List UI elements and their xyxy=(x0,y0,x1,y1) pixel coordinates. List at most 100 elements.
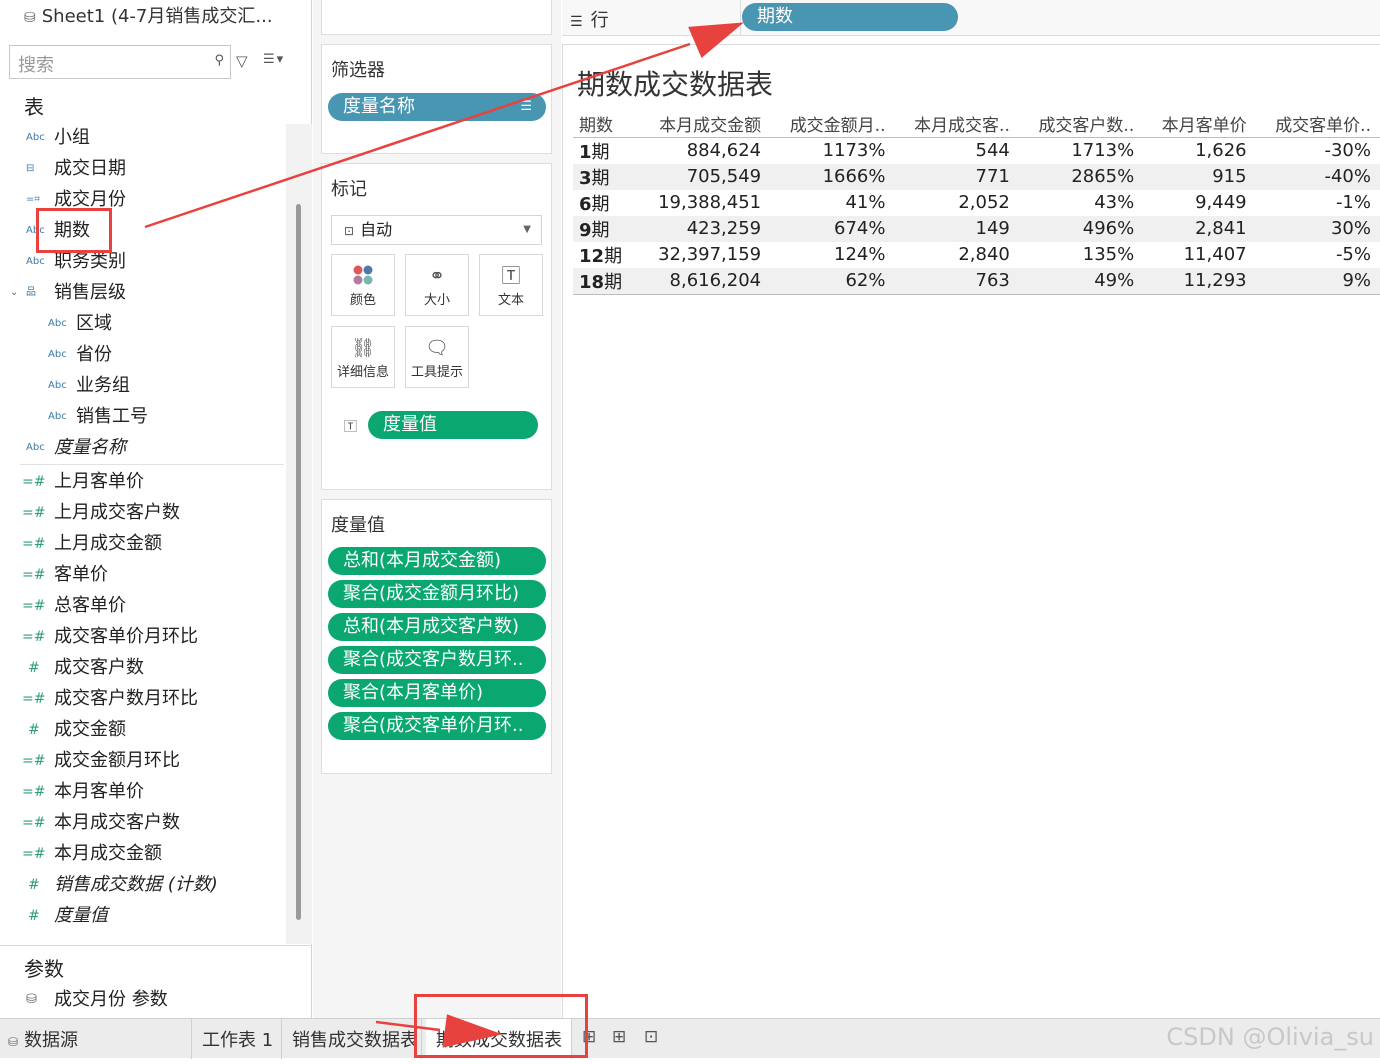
measure-value-pill[interactable]: 聚合(成交客单价月环.. xyxy=(328,712,546,740)
field-item[interactable]: Abc 业务组 xyxy=(0,371,285,401)
measure-values-title: 度量值 xyxy=(331,515,385,536)
table-cell: 43% xyxy=(1094,192,1135,213)
datasource-header[interactable]: ⛁ Sheet1 (4-7月销售成交汇... xyxy=(24,2,273,28)
field-item[interactable]: =# 本月客单价 xyxy=(0,777,285,807)
table-cell: 19,388,451 xyxy=(658,192,762,213)
field-item[interactable]: =# 本月成交客户数 xyxy=(0,808,285,838)
tab-label: 工作表 1 xyxy=(202,1030,274,1051)
sheet-tab-bar: ⛁ 数据源 工作表 1 销售成交数据表 期数成交数据表 ⊞ ⊞ ⊡ CSDN @O… xyxy=(0,1018,1380,1059)
tab-label: 销售成交数据表 xyxy=(292,1030,418,1051)
field-item[interactable]: =# 客单价 xyxy=(0,560,285,590)
row-header-number: 1 xyxy=(579,141,592,163)
tab-sheet-2[interactable]: 销售成交数据表 xyxy=(282,1019,422,1059)
field-item[interactable]: =# 成交客户数月环比 xyxy=(0,684,285,714)
calculated-measure-icon: =# xyxy=(22,567,46,583)
field-item[interactable]: ⌄ 品 销售层级 xyxy=(0,278,285,308)
row-header[interactable]: 6期 xyxy=(573,190,639,216)
field-label: 成交客户数 xyxy=(54,657,144,678)
field-item[interactable]: =# 成交金额月环比 xyxy=(0,746,285,776)
mark-type-dropdown[interactable]: ⊡ 自动 ▼ xyxy=(331,215,542,245)
filter-pill-measure-names[interactable]: 度量名称 ☰ xyxy=(328,93,546,121)
column-header[interactable]: 期数 xyxy=(573,111,639,138)
rows-pill-period[interactable]: 期数 xyxy=(742,3,958,31)
field-item[interactable]: Abc 省份 xyxy=(0,340,285,370)
measure-value-pill[interactable]: 总和(本月成交金额) xyxy=(328,547,546,575)
measure-value-pill[interactable]: 聚合(成交客户数月环.. xyxy=(328,646,546,674)
tooltip-button[interactable]: 🗨 工具提示 xyxy=(405,326,469,388)
table-cell: 32,397,159 xyxy=(658,244,762,265)
search-input[interactable]: 搜索 ⚲ xyxy=(9,45,231,79)
field-item[interactable]: ⊟ 成交日期 xyxy=(0,154,285,184)
table-cell: 2,840 xyxy=(958,244,1010,265)
table-cell: 674% xyxy=(771,215,896,242)
new-dashboard-icon[interactable]: ⊞ xyxy=(612,1027,626,1047)
filter-icon[interactable]: ▽ xyxy=(236,52,248,70)
measure-value-pill[interactable]: 聚合(本月客单价) xyxy=(328,679,546,707)
tab-sheet-1[interactable]: 工作表 1 xyxy=(192,1019,282,1059)
tab-datasource[interactable]: ⛁ 数据源 xyxy=(0,1019,192,1059)
table-cell: 149 xyxy=(895,215,1020,242)
row-header-suffix: 期 xyxy=(591,141,610,163)
measure-value-pill[interactable]: 总和(本月成交客户数) xyxy=(328,613,546,641)
shelves-pane: 筛选器 度量名称 ☰ 标记 ⊡ 自动 ▼ 颜色 ⚭ 大小 🅃 文本 ⛓ 详细信息… xyxy=(313,0,561,1018)
scrollbar-thumb[interactable] xyxy=(296,204,301,920)
field-label: 度量值 xyxy=(54,905,108,926)
hierarchy-icon: 品 xyxy=(26,287,36,298)
filters-card: 筛选器 度量名称 ☰ xyxy=(321,44,552,154)
worksheet-view: 期数成交数据表 期数 本月成交金额 成交金额月.. 本月成交客.. 成交客户数.. 本月客… xyxy=(562,44,1380,1018)
row-header[interactable]: 3期 xyxy=(573,163,639,190)
pages-card xyxy=(321,0,552,35)
row-header-number: 9 xyxy=(579,219,592,241)
row-header[interactable]: 1期 xyxy=(573,137,639,164)
string-type-icon: Abc xyxy=(26,132,45,143)
chevron-down-icon[interactable]: ⌄ xyxy=(10,278,18,308)
field-item[interactable]: =# 本月成交金额 xyxy=(0,839,285,869)
marks-card: 标记 ⊡自动 ▼ 颜色 ⚭ 大小 🅃 文本 ⛓ 详细信息 � xyxy=(321,163,552,490)
table-row: 18期 8,616,204 62% 763 49% 11,293 9% xyxy=(573,267,1380,295)
parameter-icon: ⛁ xyxy=(26,992,37,1007)
row-header[interactable]: 18期 xyxy=(573,267,639,295)
row-header-suffix: 期 xyxy=(591,193,610,215)
field-item[interactable]: Abc 区域 xyxy=(0,309,285,339)
data-pane: ⛁ Sheet1 (4-7月销售成交汇... 搜索 ⚲ ▽ ☰▾ 表 Abc 小组 ⊟… xyxy=(0,0,312,1018)
column-header[interactable]: 本月客单价 xyxy=(1144,111,1257,138)
new-story-icon[interactable]: ⊡ xyxy=(644,1027,658,1047)
field-item[interactable]: # 成交客户数 xyxy=(0,653,285,683)
field-label: 成交金额月环比 xyxy=(54,750,180,771)
field-item[interactable]: =# 总客单价 xyxy=(0,591,285,621)
text-button[interactable]: 🅃 文本 xyxy=(479,254,543,316)
table-cell: 915 xyxy=(1144,163,1257,190)
table-cell: 2865% xyxy=(1019,163,1145,190)
field-item[interactable]: =# 上月成交金额 xyxy=(0,529,285,559)
field-item[interactable]: # 成交金额 xyxy=(0,715,285,745)
measure-value-pill[interactable]: 聚合(成交金额月环比) xyxy=(328,580,546,608)
table-cell: 763 xyxy=(895,267,1020,295)
column-header[interactable]: 成交金额月.. xyxy=(771,111,896,138)
field-item[interactable]: =# 上月客单价 xyxy=(0,467,285,497)
color-button[interactable]: 颜色 xyxy=(331,254,395,316)
field-item[interactable]: # 销售成交数据 (计数) xyxy=(0,870,285,900)
marks-pill-measure-values[interactable]: 度量值 xyxy=(368,411,538,439)
column-header[interactable]: 本月成交金额 xyxy=(638,111,772,138)
column-header[interactable]: 成交客单价.. xyxy=(1256,111,1380,138)
size-button[interactable]: ⚭ 大小 xyxy=(405,254,469,316)
table-cell: 124% xyxy=(834,244,886,265)
row-header[interactable]: 9期 xyxy=(573,215,639,242)
field-item[interactable]: Abc 度量名称 xyxy=(0,433,285,463)
calculated-measure-icon: =# xyxy=(22,753,46,769)
view-options-icon[interactable]: ☰▾ xyxy=(263,52,285,67)
field-item[interactable]: Abc 销售工号 xyxy=(0,402,285,432)
row-header[interactable]: 12期 xyxy=(573,242,639,268)
table-cell: 884,624 xyxy=(686,140,762,161)
field-item[interactable]: =# 成交客单价月环比 xyxy=(0,622,285,652)
field-item[interactable]: # 度量值 xyxy=(0,901,285,931)
field-item[interactable]: =# 上月成交客户数 xyxy=(0,498,285,528)
column-header[interactable]: 成交客户数.. xyxy=(1019,111,1145,138)
column-header[interactable]: 本月成交客.. xyxy=(895,111,1020,138)
row-header-number: 18 xyxy=(579,271,605,293)
field-item[interactable]: Abc 小组 xyxy=(0,123,285,153)
calculated-measure-icon: =# xyxy=(22,505,46,521)
detail-button[interactable]: ⛓ 详细信息 xyxy=(331,326,395,388)
calculated-measure-icon: =# xyxy=(22,815,46,831)
param-field[interactable]: ⛁ 成交月份 参数 xyxy=(0,985,285,1015)
